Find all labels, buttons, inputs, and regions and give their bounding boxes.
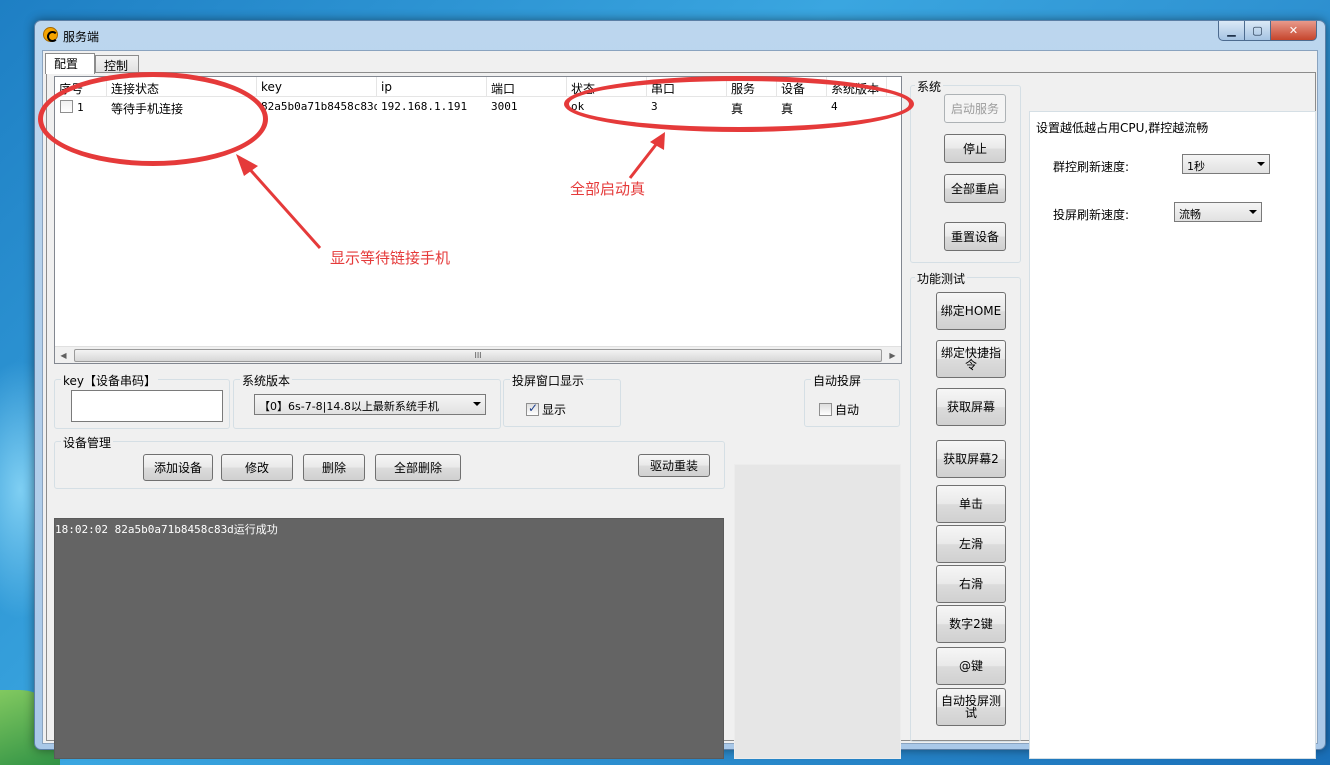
annotation-arrow-line-right <box>628 141 660 179</box>
annotation-arrows <box>236 132 665 249</box>
annotation-arrow-line-left <box>244 164 322 249</box>
tab-config[interactable]: 配置 <box>45 53 95 74</box>
annotation-left-note: 显示等待链接手机 <box>330 249 451 267</box>
annotation-right-note: 全部启动真 <box>570 180 646 198</box>
